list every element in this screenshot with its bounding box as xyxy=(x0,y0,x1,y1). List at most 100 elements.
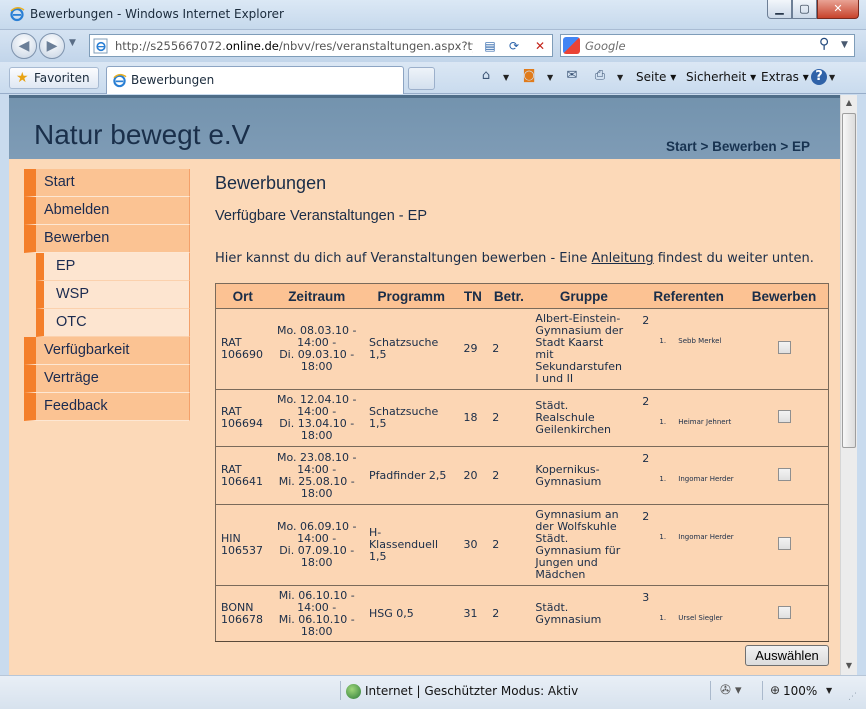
sidebar-subitem-wsp[interactable]: WSP xyxy=(36,281,190,309)
cell-ort: RAT 106690 xyxy=(215,308,270,390)
home-icon[interactable]: ⌂ xyxy=(477,67,495,85)
vertical-scrollbar[interactable]: ▲ ▼ xyxy=(840,95,857,675)
programm-line: 1,5 xyxy=(368,348,387,361)
new-tab-button[interactable] xyxy=(408,67,435,90)
history-dropdown-icon[interactable]: ▼ xyxy=(69,38,76,48)
mail-icon[interactable]: ✉ xyxy=(563,67,581,85)
cell-programm: H- Klassenduell 1,5 xyxy=(363,504,459,586)
help-icon[interactable]: ? xyxy=(811,69,827,85)
cell-ort: BONN 106678 xyxy=(215,585,270,642)
cell-bewerben xyxy=(740,389,829,447)
referent-name: Heimar Jehnert xyxy=(668,418,735,427)
auswaehlen-button[interactable]: Auswählen xyxy=(745,645,829,666)
cell-tn: 31 xyxy=(458,585,488,642)
table-row: BONN 106678 Mi. 06.10.10 -14:00 - Mi. 06.10… xyxy=(215,585,829,642)
sidebar-subitem-otc[interactable]: OTC xyxy=(36,309,190,337)
safety-menu[interactable]: Sicherheit ▾ xyxy=(686,70,756,84)
favorites-button[interactable]: ★ Favoriten xyxy=(9,67,99,89)
page-subtitle: Verfügbare Veranstaltungen - EP xyxy=(215,208,428,224)
page-menu[interactable]: Seite ▾ xyxy=(636,70,676,84)
zoom-level[interactable]: 100% xyxy=(783,684,817,698)
programm-line: Pfadfinder 2,5 xyxy=(368,468,447,482)
search-box[interactable]: Google ⚲ ▼ xyxy=(560,34,855,57)
internet-explorer-icon xyxy=(113,73,127,88)
tab-bar: ★ Favoriten Bewerbungen ⌂ ▼ ◙ ▼ ✉ ⎙ ▼ Se… xyxy=(0,62,866,94)
forward-button[interactable]: ▶ xyxy=(39,33,65,59)
resize-grip-icon[interactable]: ⋰ xyxy=(848,692,857,702)
cell-bewerben xyxy=(740,308,829,390)
window-titlebar: Bewerbungen - Windows Internet Explorer … xyxy=(0,0,866,30)
sidebar-item-abmelden[interactable]: Abmelden xyxy=(24,197,190,225)
star-icon: ★ xyxy=(16,70,29,86)
cell-zeitraum: Mi. 06.10.10 -14:00 - Mi. 06.10.10 -18:00 xyxy=(269,585,364,642)
sidebar-item-verfuegbarkeit[interactable]: Verfügbarkeit xyxy=(24,337,190,365)
referent-name: Sebb Merkel xyxy=(668,337,735,346)
back-button[interactable]: ◀ xyxy=(11,33,37,59)
popup-blocker-icon[interactable]: ✇ ▾ xyxy=(720,683,742,698)
cell-ort: RAT 106641 xyxy=(215,446,270,505)
cell-zeitraum: Mo. 06.09.10 -14:00 - Di. 07.09.10 -18:00 xyxy=(269,504,364,586)
compatibility-view-icon[interactable]: ▤ xyxy=(480,37,500,55)
sidebar-item-vertraege[interactable]: Verträge xyxy=(24,365,190,393)
ort-line: 106694 xyxy=(221,417,263,430)
table-header-row: Ort Zeitraum Programm TN Betr. Gruppe Re… xyxy=(215,283,829,309)
cell-betr: 2 xyxy=(487,446,531,505)
address-bar[interactable]: http://s255667072.online.de/nbvv/res/ver… xyxy=(89,34,553,57)
apply-checkbox[interactable] xyxy=(777,467,791,481)
gruppe-line: Kopernikus- xyxy=(535,462,600,476)
apply-checkbox[interactable] xyxy=(777,410,791,423)
security-zone-text[interactable]: Internet | Geschützter Modus: Aktiv xyxy=(365,684,578,698)
zeitraum-line: 14:00 - xyxy=(297,600,337,614)
status-bar: Internet | Geschützter Modus: Aktiv ✇ ▾ … xyxy=(0,675,866,709)
cell-programm: Schatzsuche 1,5 xyxy=(363,308,459,390)
forward-arrow-icon: ▶ xyxy=(46,38,58,54)
home-dropdown-icon[interactable]: ▼ xyxy=(503,73,509,82)
cell-zeitraum: Mo. 08.03.10 -14:00 - Di. 09.03.10 -18:00 xyxy=(269,308,364,390)
scroll-down-icon[interactable]: ▼ xyxy=(841,658,857,674)
url-text[interactable]: http://s255667072.online.de/nbvv/res/ver… xyxy=(115,39,473,53)
table-row: RAT 106690 Mo. 08.03.10 -14:00 - Di. 09.03.… xyxy=(215,308,829,390)
globe-icon xyxy=(346,684,361,699)
anleitung-link[interactable]: Anleitung xyxy=(591,251,653,266)
cell-gruppe: Kopernikus- Gymnasium xyxy=(530,446,638,505)
help-dropdown-icon[interactable]: ▼ xyxy=(829,73,835,82)
cell-programm: HSG 0,5 xyxy=(363,585,459,642)
apply-checkbox[interactable] xyxy=(777,537,791,550)
cell-referenten: 2 Ingomar Herder xyxy=(637,446,741,505)
sidebar-subitem-ep[interactable]: EP xyxy=(36,253,190,281)
breadcrumb[interactable]: Start > Bewerben > EP xyxy=(666,139,810,154)
feed-dropdown-icon[interactable]: ▼ xyxy=(547,73,553,82)
maximize-button[interactable]: ▢ xyxy=(792,0,817,19)
print-icon[interactable]: ⎙ xyxy=(591,67,609,85)
apply-checkbox[interactable] xyxy=(777,605,791,619)
scroll-up-icon[interactable]: ▲ xyxy=(841,95,857,111)
zoom-icon[interactable]: ⊕ xyxy=(770,683,780,697)
tab-bewerbungen[interactable]: Bewerbungen xyxy=(106,66,404,94)
search-placeholder[interactable]: Google xyxy=(585,39,626,53)
column-header-programm: Programm xyxy=(363,283,459,309)
zoom-dropdown-icon[interactable]: ▼ xyxy=(826,686,832,695)
search-options-dropdown-icon[interactable]: ▼ xyxy=(841,40,848,50)
table-row: HIN 106537 Mo. 06.09.10 -14:00 - Di. 07.09.… xyxy=(215,504,829,586)
extras-menu[interactable]: Extras ▾ xyxy=(761,70,809,84)
scrollbar-thumb[interactable] xyxy=(842,113,856,448)
cell-tn: 29 xyxy=(458,308,488,390)
stop-icon[interactable]: ✕ xyxy=(530,37,550,55)
sidebar-item-start[interactable]: Start xyxy=(24,169,190,197)
search-icon[interactable]: ⚲ xyxy=(819,36,829,52)
apply-checkbox[interactable] xyxy=(777,341,791,354)
referent-count: 2 xyxy=(642,395,650,408)
rss-feed-icon[interactable]: ◙ xyxy=(520,67,538,85)
close-window-button[interactable]: ✕ xyxy=(817,0,859,19)
zeitraum-line: 18:00 xyxy=(300,486,333,500)
refresh-icon[interactable]: ⟳ xyxy=(504,37,524,55)
referent-list: Ingomar Herder xyxy=(668,475,735,484)
sidebar-item-bewerben[interactable]: Bewerben xyxy=(24,225,190,253)
cell-tn: 20 xyxy=(458,446,488,505)
referent-count: 2 xyxy=(642,510,650,523)
column-header-gruppe: Gruppe xyxy=(530,283,638,309)
print-dropdown-icon[interactable]: ▼ xyxy=(617,73,623,82)
minimize-button[interactable]: ▁ xyxy=(767,0,792,19)
ort-line: RAT xyxy=(221,462,242,476)
sidebar-item-feedback[interactable]: Feedback xyxy=(24,393,190,421)
